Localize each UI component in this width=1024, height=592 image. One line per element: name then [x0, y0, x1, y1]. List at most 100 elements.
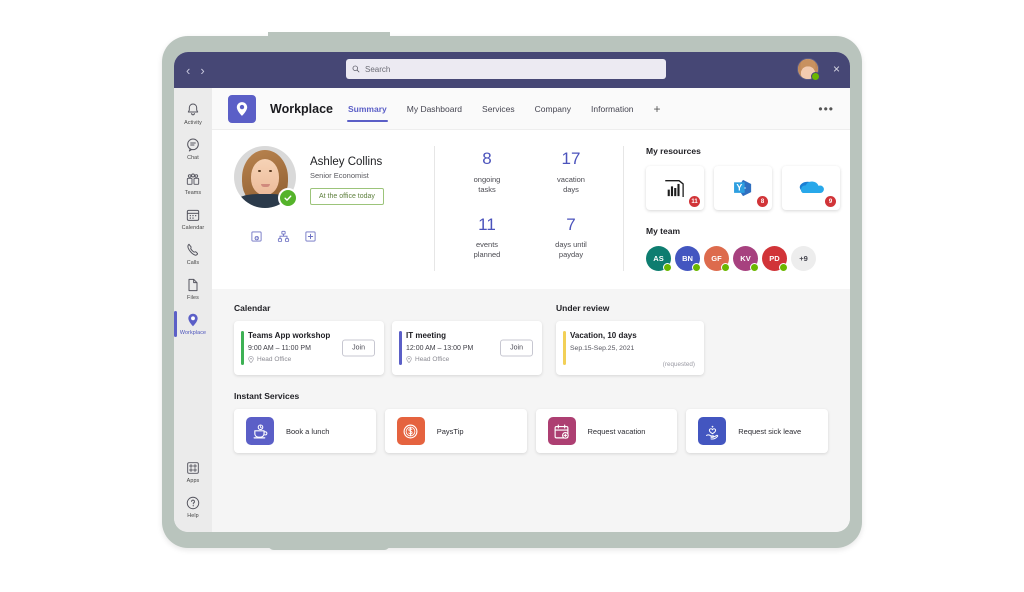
stat-events-planned: 11 events planned — [445, 215, 529, 268]
tablet-camera-notch — [268, 32, 390, 42]
service-card-request-sick-leave[interactable]: Request sick leave — [686, 409, 828, 453]
pin-icon — [188, 313, 198, 327]
stat-caption: ongoing tasks — [445, 175, 529, 195]
calendar-event-card[interactable]: Teams App workshop 9:00 AM – 11:00 PM He… — [234, 321, 384, 375]
sidebar-item-label: Chat — [187, 155, 199, 161]
join-button[interactable]: Join — [500, 339, 533, 357]
sidebar-item-calls[interactable]: Calls — [174, 236, 212, 271]
tab-services[interactable]: Services — [481, 88, 516, 130]
close-button[interactable]: × — [833, 63, 840, 75]
summary-top-panel: Ashley Collins Senior Economist At the o… — [212, 130, 850, 289]
sidebar-item-activity[interactable]: Activity — [174, 96, 212, 131]
team-avatar[interactable]: KV — [733, 246, 759, 272]
org-chart-icon[interactable] — [277, 230, 290, 243]
more-options-button[interactable]: ••• — [818, 102, 834, 116]
apps-icon — [187, 462, 199, 474]
help-icon — [186, 496, 200, 510]
service-icon-wrap — [246, 417, 274, 445]
forward-button[interactable]: › — [200, 64, 204, 77]
navigation-arrows: ‹ › — [186, 64, 205, 77]
team-avatar[interactable]: PD — [762, 246, 788, 272]
team-avatar[interactable]: GF — [704, 246, 730, 272]
event-location: Head Office — [406, 356, 532, 363]
window-titlebar: ‹ › Search × — [174, 52, 850, 88]
calendar-title: Calendar — [234, 303, 271, 313]
tab-company[interactable]: Company — [534, 88, 572, 130]
add-tab-button[interactable]: + — [653, 88, 662, 130]
service-label: Request sick leave — [738, 426, 802, 436]
service-icon-wrap — [698, 417, 727, 445]
onedrive-icon — [799, 181, 824, 193]
location-pin-icon — [248, 356, 254, 363]
resource-card-power-bi[interactable]: 11 — [646, 166, 704, 210]
sidebar-item-label: Apps — [186, 478, 200, 484]
profile-photo-wrap — [234, 146, 298, 208]
profile-text: Ashley Collins Senior Economist At the o… — [310, 146, 384, 205]
org-add-icon[interactable] — [250, 230, 263, 243]
event-location-text: Head Office — [257, 356, 292, 363]
presence-available-icon — [750, 263, 759, 272]
service-card-request-vacation[interactable]: Request vacation — [535, 409, 678, 453]
stat-value: 17 — [561, 149, 581, 168]
sidebar-item-chat[interactable]: Chat — [174, 131, 212, 166]
status-badge[interactable]: At the office today — [310, 188, 384, 205]
sidebar-item-workplace[interactable]: Workplace — [174, 306, 212, 341]
profile-role: Senior Economist — [310, 171, 369, 180]
stat-days-until-payday: 7 days until payday — [529, 215, 613, 268]
resource-card-yammer[interactable]: Y 8 — [714, 166, 772, 210]
back-button[interactable]: ‹ — [186, 64, 190, 77]
search-input[interactable]: Search — [346, 59, 666, 79]
team-avatar-initials: PD — [769, 254, 780, 263]
sidebar-item-label: Calls — [186, 260, 200, 266]
instant-services-list: Book a lunch PaysTip Request vacation Re… — [234, 409, 828, 453]
stat-value: 8 — [482, 149, 492, 168]
my-team-list: AS BN GF KV PD +9 — [646, 246, 840, 272]
power-bi-icon — [665, 180, 684, 197]
calendar-add-icon — [554, 424, 569, 439]
team-overflow-button[interactable]: +9 — [791, 246, 816, 271]
sidebar-item-teams[interactable]: Teams — [174, 166, 212, 201]
service-icon-wrap — [547, 417, 576, 445]
add-note-icon[interactable] — [304, 230, 317, 243]
care-heart-icon — [705, 425, 718, 440]
team-avatar-initials: GF — [711, 254, 722, 263]
sidebar-item-label: Help — [187, 513, 199, 519]
team-avatar[interactable]: BN — [675, 246, 701, 272]
money-icon — [403, 424, 418, 438]
workplace-logo — [228, 94, 256, 123]
service-card-payslip[interactable]: PaysTip — [384, 409, 527, 453]
join-button[interactable]: Join — [342, 339, 375, 357]
tab-my-dashboard[interactable]: My Dashboard — [406, 88, 463, 130]
stat-caption-line2: days — [563, 184, 579, 194]
sidebar-item-calendar[interactable]: Calendar — [174, 201, 212, 236]
user-avatar[interactable] — [796, 58, 820, 81]
calendar-event-card[interactable]: IT meeting 12:00 AM – 13:00 PM Head Offi… — [392, 321, 542, 375]
stat-caption: vacation days — [529, 175, 613, 195]
presence-available-icon — [692, 263, 701, 272]
review-status: (requested) — [662, 361, 695, 368]
chat-icon — [187, 138, 199, 152]
section-headers-row: Calendar Under review — [234, 303, 828, 313]
service-card-book-a-lunch[interactable]: Book a lunch — [234, 409, 376, 453]
presence-available-icon — [663, 263, 672, 272]
location-pin-icon — [406, 356, 412, 363]
sidebar-item-files[interactable]: Files — [174, 271, 212, 306]
app-rail: Activity Chat Teams Calendar Calls Files… — [174, 88, 212, 532]
stat-caption-line2: payday — [558, 250, 584, 260]
team-avatar-initials: BN — [682, 254, 693, 263]
stat-caption: days until payday — [529, 240, 613, 260]
sidebar-item-apps[interactable]: Apps — [174, 454, 212, 489]
tab-information[interactable]: Information — [590, 88, 635, 130]
stats-grid: 8 ongoing tasks 17 vacation days 11 even… — [434, 146, 624, 271]
resource-card-onedrive[interactable]: 9 — [782, 166, 840, 210]
sidebar-item-help[interactable]: Help — [174, 489, 212, 524]
calendar-cards: Teams App workshop 9:00 AM – 11:00 PM He… — [234, 321, 542, 375]
event-location: Head Office — [248, 356, 374, 363]
resource-badge: 8 — [757, 196, 768, 207]
team-avatar[interactable]: AS — [646, 246, 672, 272]
review-request-card[interactable]: Vacation, 10 days Sep.15-Sep.25, 2021 (r… — [556, 321, 704, 375]
stat-caption-line2: planned — [473, 250, 501, 260]
tab-summary[interactable]: Summary — [347, 88, 388, 130]
app-screen: ‹ › Search × Activity Chat Teams Calenda… — [174, 52, 850, 532]
stat-caption-line1: days until — [555, 240, 587, 250]
